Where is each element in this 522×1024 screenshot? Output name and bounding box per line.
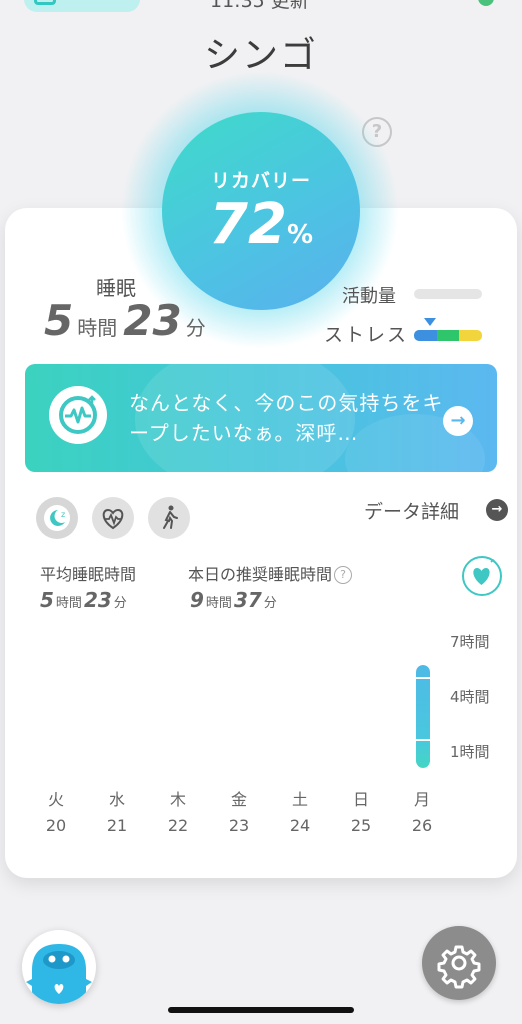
status-bar: 11:35 更新 — [0, 0, 522, 12]
day-column[interactable]: 木 22 — [158, 786, 198, 835]
walking-icon — [163, 505, 178, 529]
day-column[interactable]: 水 21 — [97, 786, 137, 835]
sleep-category-button[interactable]: z — [36, 497, 78, 539]
settings-button[interactable] — [422, 926, 496, 1000]
data-detail-link[interactable]: データ詳細 — [364, 497, 459, 524]
gear-icon — [437, 945, 481, 989]
date-label: 22 — [167, 816, 189, 835]
stress-bar — [414, 330, 482, 341]
update-time: 11:35 更新 — [210, 0, 309, 12]
date-label: 24 — [289, 816, 311, 835]
weekday-label: 土 — [291, 790, 308, 809]
weekday-label: 水 — [108, 790, 125, 809]
heart-category-button[interactable] — [92, 497, 134, 539]
moon-icon: z — [44, 505, 70, 531]
home-indicator[interactable] — [168, 1007, 354, 1013]
heart-icon — [473, 558, 496, 585]
heart-rate-icon — [102, 508, 124, 530]
sleep-duration: 5 時間 23 分 — [44, 296, 206, 345]
heart-goal-button[interactable] — [462, 556, 502, 596]
y-tick-label: 1時間 — [450, 743, 490, 761]
connection-dot — [478, 0, 494, 6]
sleep-bar-track[interactable] — [416, 665, 430, 768]
activity-label: 活動量 — [342, 286, 396, 307]
date-label: 23 — [228, 816, 250, 835]
bar-divider — [416, 739, 430, 741]
date-label: 25 — [350, 816, 372, 835]
avg-sleep-label: 平均睡眠時間 — [40, 565, 137, 584]
weekday-label: 月 — [413, 790, 430, 809]
weekday-label: 火 — [47, 790, 64, 809]
stress-marker — [424, 318, 436, 326]
sleep-bar — [416, 665, 430, 768]
heart-rate-icon — [49, 386, 107, 444]
day-column[interactable]: 日 25 — [341, 786, 381, 835]
date-label: 26 — [411, 816, 433, 835]
device-icon — [34, 0, 56, 5]
day-column[interactable]: 金 23 — [219, 786, 259, 835]
day-column[interactable]: 月 26 — [402, 786, 442, 835]
avatar[interactable] — [22, 930, 96, 1004]
help-icon[interactable]: ? — [334, 566, 353, 584]
avg-sleep-value: 5 時間 23 分 — [40, 588, 127, 612]
recommended-sleep-value: 9 時間 37 分 — [190, 588, 277, 612]
svg-text:z: z — [61, 510, 65, 519]
advice-banner[interactable]: なんとなく、今のこの気持ちをキープしたいなぁ。深呼… — [25, 364, 497, 472]
y-tick-label: 4時間 — [450, 688, 490, 706]
weekday-label: 木 — [169, 790, 186, 809]
stress-label: ストレス — [324, 324, 409, 346]
stress-segment-high — [459, 330, 482, 341]
recovery-value: 72% — [209, 192, 313, 257]
weekday-label: 日 — [352, 790, 369, 809]
weekday-label: 金 — [230, 790, 247, 809]
arrow-right-icon[interactable]: → — [486, 499, 508, 521]
activity-category-button[interactable] — [148, 497, 190, 539]
y-tick-label: 7時間 — [450, 633, 490, 651]
day-column[interactable]: 火 20 — [36, 786, 76, 835]
date-label: 21 — [106, 816, 128, 835]
recovery-circle[interactable]: リカバリー 72% — [162, 112, 360, 310]
recommended-sleep-label: 本日の推奨睡眠時間? — [188, 561, 353, 585]
day-column[interactable]: 土 24 — [280, 786, 320, 835]
recovery-label: リカバリー — [210, 170, 311, 192]
mascot-icon — [26, 944, 92, 1004]
stress-segment-low — [414, 330, 437, 341]
stress-segment-mid — [436, 330, 460, 341]
banner-arrow-icon[interactable]: → — [443, 406, 473, 436]
activity-bar — [414, 289, 482, 299]
battery-pill — [24, 0, 140, 12]
banner-text: なんとなく、今のこの気持ちをキープしたいなぁ。深呼… — [129, 391, 444, 445]
bar-divider — [416, 677, 430, 679]
date-label: 20 — [45, 816, 67, 835]
